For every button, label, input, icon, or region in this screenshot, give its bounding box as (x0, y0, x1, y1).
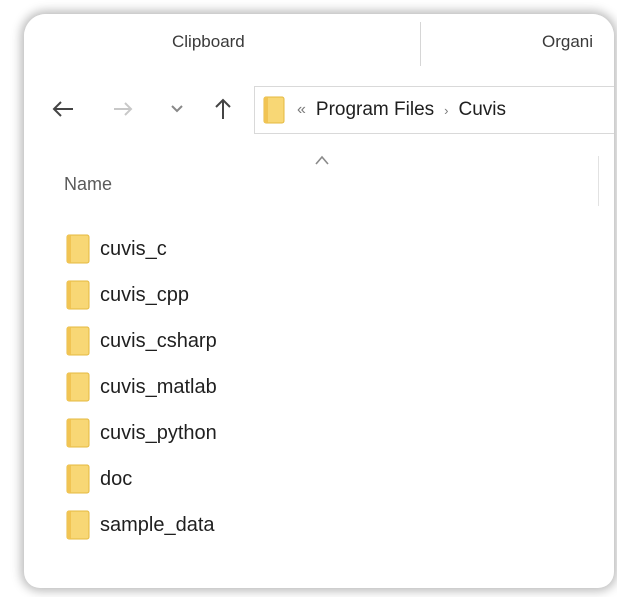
folder-icon (66, 326, 90, 356)
arrow-up-icon (215, 98, 231, 119)
chevron-right-icon[interactable]: › (444, 103, 448, 118)
chevron-down-icon (171, 105, 183, 113)
address-bar[interactable]: « Program Files › Cuvis (254, 86, 614, 134)
item-name: cuvis_matlab (100, 375, 217, 398)
ribbon-group-organize: Organi (542, 32, 594, 51)
item-name: cuvis_csharp (100, 329, 217, 352)
column-header-name[interactable]: Name (64, 174, 112, 195)
list-item[interactable]: cuvis_cpp (66, 272, 566, 318)
up-button[interactable] (208, 94, 238, 124)
item-name: cuvis_c (100, 237, 167, 260)
folder-icon (66, 464, 90, 494)
recent-locations-button[interactable] (162, 94, 192, 124)
list-item[interactable]: cuvis_csharp (66, 318, 566, 364)
item-name: cuvis_python (100, 421, 217, 444)
list-item[interactable]: cuvis_matlab (66, 364, 566, 410)
folder-icon (66, 418, 90, 448)
file-list: Name cuvis_c cuvis_cpp cuvis_csharp cuvi… (24, 148, 614, 588)
item-name: cuvis_cpp (100, 283, 189, 306)
list-item[interactable]: cuvis_c (66, 226, 566, 272)
ribbon-group-clipboard: Clipboard (172, 32, 245, 51)
folder-icon (66, 372, 90, 402)
list-item[interactable]: cuvis_python (66, 410, 566, 456)
list-item[interactable]: doc (66, 456, 566, 502)
file-rows: cuvis_c cuvis_cpp cuvis_csharp cuvis_mat… (66, 226, 566, 548)
overflow-chevrons[interactable]: « (297, 101, 306, 119)
list-item[interactable]: sample_data (66, 502, 566, 548)
breadcrumb-program-files[interactable]: Program Files (316, 99, 434, 121)
folder-icon (66, 510, 90, 540)
folder-icon (66, 234, 90, 264)
folder-icon (263, 96, 285, 124)
file-explorer-window: Clipboard Organi « Program Files › Cuvis… (24, 14, 614, 588)
back-button[interactable] (48, 94, 78, 124)
item-name: sample_data (100, 513, 215, 536)
chevron-up-icon (315, 155, 329, 165)
ribbon-divider (420, 22, 421, 66)
item-name: doc (100, 467, 133, 490)
ribbon: Clipboard Organi (24, 14, 614, 73)
navigation-bar: « Program Files › Cuvis (24, 72, 614, 148)
folder-icon (66, 280, 90, 310)
breadcrumb-cuvis[interactable]: Cuvis (459, 99, 507, 121)
arrow-right-icon (114, 102, 133, 116)
column-divider[interactable] (598, 156, 599, 206)
forward-button[interactable] (108, 94, 138, 124)
arrow-left-icon (52, 101, 73, 117)
